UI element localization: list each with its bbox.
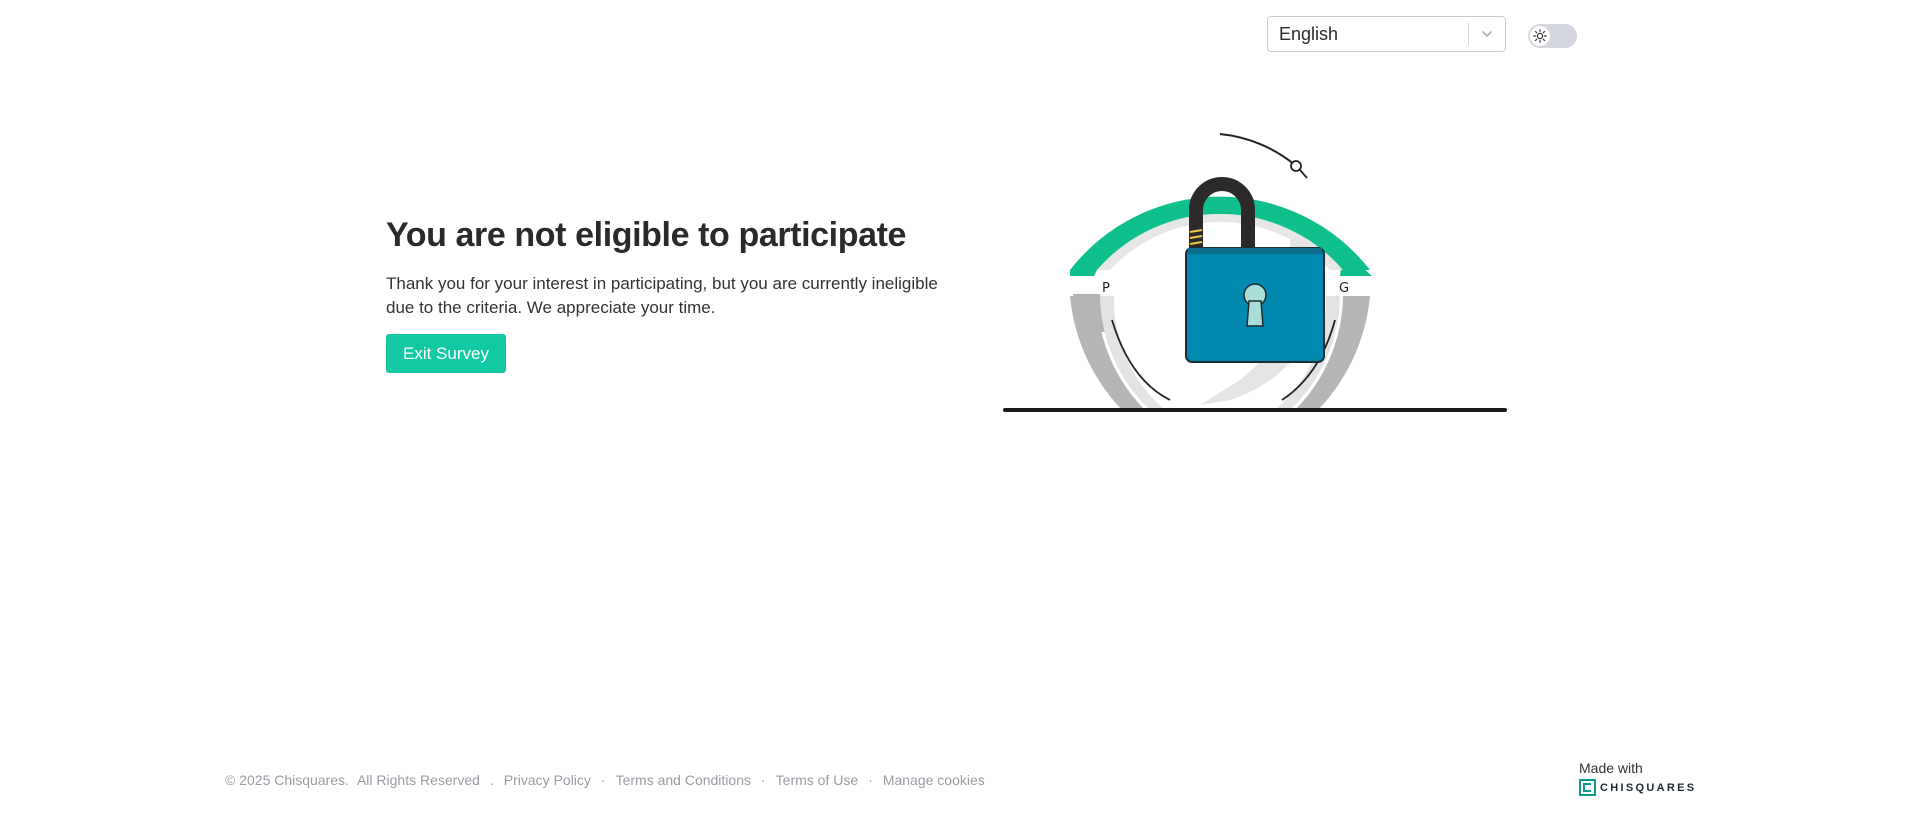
ineligible-panel: You are not eligible to participate Than… bbox=[386, 210, 966, 373]
sun-icon bbox=[1530, 26, 1550, 46]
rights-text: All Rights Reserved bbox=[356, 772, 480, 788]
privacy-policy-link[interactable]: Privacy Policy bbox=[504, 772, 591, 788]
made-with-badge[interactable]: Made with CHISQUARES bbox=[1579, 760, 1696, 796]
terms-of-use-link[interactable]: Terms of Use bbox=[776, 772, 858, 788]
theme-toggle[interactable] bbox=[1528, 24, 1577, 48]
footer-separator: . bbox=[489, 772, 494, 788]
copyright-text: © 2025 Chisquares. bbox=[225, 772, 349, 788]
brand-name: CHISQUARES bbox=[1600, 781, 1697, 794]
ring-letter-right: G bbox=[1339, 281, 1349, 296]
footer-separator: · bbox=[600, 772, 606, 788]
locked-padlock-illustration: P G bbox=[1003, 133, 1507, 412]
page-title: You are not eligible to participate bbox=[386, 216, 907, 254]
terms-and-conditions-link[interactable]: Terms and Conditions bbox=[616, 772, 751, 788]
chisquares-logo: CHISQUARES bbox=[1579, 779, 1696, 796]
language-select-value: English bbox=[1279, 23, 1339, 44]
exit-survey-button[interactable]: Exit Survey bbox=[386, 334, 506, 373]
made-with-label: Made with bbox=[1579, 760, 1643, 776]
ineligible-message: Thank you for your interest in participa… bbox=[386, 274, 938, 317]
chevron-down-icon[interactable] bbox=[1469, 17, 1505, 51]
manage-cookies-link[interactable]: Manage cookies bbox=[883, 772, 985, 788]
footer: © 2025 Chisquares. All Rights Reserved .… bbox=[225, 772, 985, 788]
ring-letter-left: P bbox=[1102, 281, 1110, 296]
chisquares-logo-icon bbox=[1579, 779, 1596, 796]
footer-separator: · bbox=[868, 772, 873, 788]
language-select[interactable]: English bbox=[1267, 16, 1506, 52]
footer-separator: · bbox=[761, 772, 766, 788]
